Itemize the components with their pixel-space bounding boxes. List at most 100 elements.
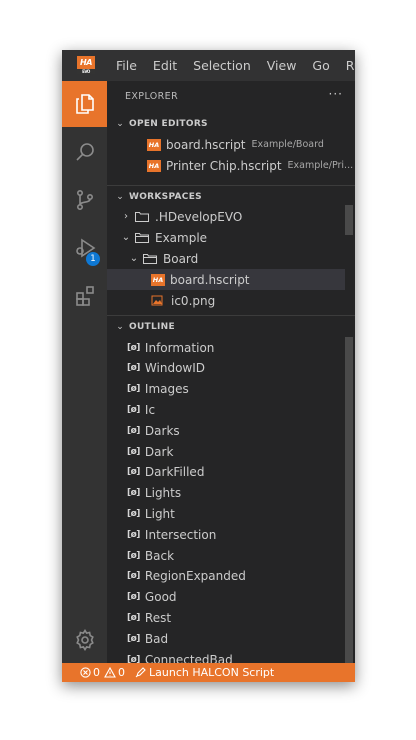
app-logo-text: HA (80, 58, 92, 67)
extensions-icon (75, 286, 94, 306)
halcon-file-icon: HA (147, 159, 161, 172)
variable-symbol-icon: [ø] (127, 550, 140, 561)
variable-symbol-icon: [ø] (127, 488, 140, 499)
chevron-right-icon: › (124, 211, 128, 222)
variable-symbol-icon: [ø] (127, 363, 140, 374)
activity-extensions[interactable] (62, 273, 107, 319)
menu-file[interactable]: File (109, 50, 145, 81)
outline-header[interactable]: ⌄ OUTLINE (107, 315, 355, 337)
open-editor-item[interactable]: HA board.hscript Example/Board (147, 134, 324, 155)
outline-item[interactable]: [ø] Intersection (127, 524, 216, 545)
outline-item-label: Light (144, 506, 175, 521)
title-bar: HA EVO File Edit Selection View Go Run (62, 50, 355, 81)
tree-label: board.hscript (170, 272, 250, 287)
outline-item[interactable]: [ø] Darks (127, 420, 180, 441)
chevron-down-icon: ⌄ (116, 118, 124, 129)
tree-file-board-hscript[interactable]: HA board.hscript (107, 269, 345, 290)
halcon-file-icon: HA (151, 273, 165, 286)
activity-run-debug[interactable]: 1 (62, 225, 107, 271)
activity-explorer[interactable] (62, 81, 107, 127)
outline-item-label: RegionExpanded (144, 569, 246, 584)
debug-badge: 1 (86, 252, 100, 266)
outline-item[interactable]: [ø] Dark (127, 441, 173, 462)
activity-bar: 1 (62, 81, 107, 663)
outline-item[interactable]: [ø] WindowID (127, 358, 205, 379)
outline-item[interactable]: [ø] Back (127, 545, 174, 566)
variable-symbol-icon: [ø] (127, 342, 140, 353)
launch-label: Launch HALCON Script (149, 666, 275, 679)
folder-icon (135, 212, 149, 222)
outline-item-label: Intersection (144, 527, 217, 542)
outline-item[interactable]: [ø] Bad (127, 628, 168, 649)
app-logo: HA EVO (77, 56, 95, 74)
warning-icon (104, 667, 116, 678)
tree-file-ic0-png[interactable]: ic0.png (151, 290, 215, 311)
workspaces-label: WORKSPACES (129, 191, 202, 202)
outline-label: OUTLINE (129, 321, 175, 332)
activity-source-control[interactable] (62, 177, 107, 223)
menu-selection[interactable]: Selection (185, 50, 259, 81)
source-control-icon (76, 189, 93, 210)
explorer-title: EXPLORER (125, 91, 179, 102)
outline-item-label: Lights (144, 486, 182, 501)
outline-item-label: Good (144, 590, 177, 605)
outline-item-label: Darks (144, 423, 180, 438)
chevron-down-icon: ⌄ (121, 232, 131, 243)
open-editors-header[interactable]: ⌄ OPEN EDITORS (107, 113, 355, 134)
outline-item-label: Ic (144, 402, 156, 417)
menu-edit[interactable]: Edit (145, 50, 185, 81)
outline-item-label: Dark (144, 444, 174, 459)
search-icon (75, 143, 94, 161)
chevron-down-icon: ⌄ (116, 321, 124, 332)
outline-item[interactable]: [ø] Ic (127, 399, 155, 420)
workspaces-header[interactable]: ⌄ WORKSPACES (107, 185, 355, 207)
menu-run[interactable]: Run (338, 50, 355, 81)
status-bar: 0 0 Launch HALCON Script (62, 663, 355, 682)
error-icon (80, 667, 91, 678)
more-actions-icon[interactable]: ··· (329, 87, 343, 101)
workspaces-scrollbar[interactable] (345, 205, 353, 235)
launch-icon (135, 667, 146, 678)
outline-item[interactable]: [ø] DarkFilled (127, 462, 204, 483)
tree-folder-example[interactable]: ⌄ Example (119, 227, 207, 248)
tree-folder-board[interactable]: ⌄ Board (127, 248, 198, 269)
menu-go[interactable]: Go (304, 50, 337, 81)
tree-folder-hdevelopevo[interactable]: › .HDevelopEVO (119, 206, 242, 227)
open-editor-path: Example/Pri... (287, 160, 354, 171)
outline-item-label: ConnectedBad (144, 652, 233, 664)
variable-symbol-icon: [ø] (127, 592, 140, 603)
open-editors-label: OPEN EDITORS (129, 118, 208, 129)
tree-label: .HDevelopEVO (155, 209, 243, 224)
variable-symbol-icon: [ø] (127, 571, 140, 582)
outline-scrollbar[interactable] (345, 337, 353, 663)
chevron-down-icon: ⌄ (129, 253, 139, 264)
activity-manage[interactable] (62, 617, 107, 663)
outline-item[interactable]: [ø] Light (127, 503, 175, 524)
outline-item[interactable]: [ø] Information (127, 337, 214, 358)
variable-symbol-icon: [ø] (127, 529, 140, 540)
outline-item-label: Back (144, 548, 175, 563)
tree-label: Example (155, 230, 208, 245)
explorer-sidebar: EXPLORER ··· ⌄ OPEN EDITORS HA board.hsc… (107, 81, 355, 663)
image-file-icon (151, 295, 163, 306)
outline-item-label: Bad (144, 631, 169, 646)
variable-symbol-icon: [ø] (127, 404, 140, 415)
menu-bar: File Edit Selection View Go Run (109, 50, 355, 81)
open-editor-name: Printer Chip.hscript (166, 158, 282, 173)
outline-item[interactable]: [ø] Rest (127, 607, 171, 628)
menu-view[interactable]: View (259, 50, 305, 81)
launch-halcon-script-button[interactable]: Launch HALCON Script (135, 666, 274, 679)
outline-item[interactable]: [ø] ConnectedBad (127, 649, 233, 664)
outline-item[interactable]: [ø] RegionExpanded (127, 566, 246, 587)
open-editor-item[interactable]: HA Printer Chip.hscript Example/Pri... (147, 155, 353, 176)
chevron-down-icon: ⌄ (116, 191, 124, 202)
variable-symbol-icon: [ø] (127, 384, 140, 395)
open-editor-name: board.hscript (166, 137, 246, 152)
outline-item[interactable]: [ø] Images (127, 379, 189, 400)
outline-item[interactable]: [ø] Good (127, 587, 177, 608)
variable-symbol-icon: [ø] (127, 508, 140, 519)
outline-item-label: Rest (144, 610, 172, 625)
outline-item[interactable]: [ø] Lights (127, 483, 181, 504)
activity-search[interactable] (62, 129, 107, 175)
problems-status[interactable]: 0 0 (80, 666, 125, 679)
